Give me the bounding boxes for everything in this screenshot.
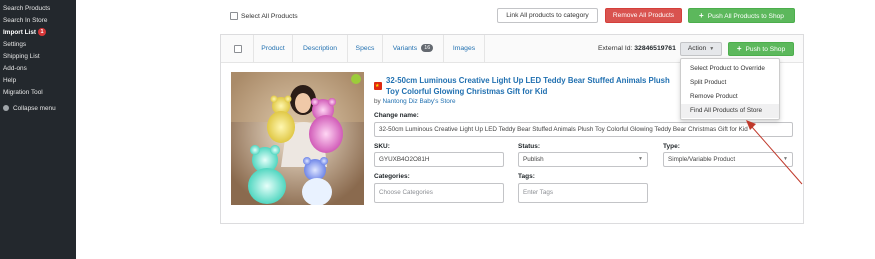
action-dropdown-menu: Select Product to Override Split Product… (680, 58, 780, 120)
push-label: Push to Shop (745, 46, 786, 53)
sidebar-item-label: Search Products (3, 5, 51, 12)
sidebar-item-label: Migration Tool (3, 89, 43, 96)
action-dropdown-button[interactable]: Action ▼ (680, 42, 722, 56)
admin-sidebar: Search Products Search In Store Import L… (0, 0, 76, 259)
collapse-menu-icon (3, 105, 9, 112)
menu-item-remove-product[interactable]: Remove Product (681, 90, 779, 104)
variants-count-badge: 16 (421, 44, 434, 53)
caret-down-icon: ▼ (709, 46, 715, 52)
plus-icon: + (699, 11, 704, 20)
tab-label: Product (261, 45, 285, 52)
sidebar-item-migration-tool[interactable]: Migration Tool (0, 87, 76, 99)
status-select[interactable]: Publish ▼ (518, 152, 648, 167)
by-label: by (374, 98, 381, 105)
tab-label: Variants (392, 45, 418, 52)
sku-input[interactable]: GYUXB4O2O81H (374, 152, 504, 167)
tab-label: Specs (355, 45, 375, 52)
store-name-link[interactable]: Nantong Diz Baby's Store (383, 98, 456, 105)
sidebar-item-label: Help (3, 77, 17, 84)
push-all-products-button[interactable]: + Push All Products to Shop (688, 8, 795, 23)
collapse-menu-button[interactable]: Collapse menu (0, 103, 76, 115)
sidebar-item-search-in-store[interactable]: Search In Store (0, 15, 76, 27)
tab-product[interactable]: Product (254, 35, 293, 63)
product-title-link[interactable]: 32-50cm Luminous Creative Light Up LED T… (386, 75, 682, 97)
action-label: Action (687, 45, 707, 52)
push-to-shop-button[interactable]: + Push to Shop (728, 42, 794, 56)
external-id-label: External Id: (598, 45, 633, 52)
push-all-label: Push All Products to Shop (707, 13, 784, 20)
select-all-products[interactable]: Select All Products (230, 12, 298, 20)
tab-variants[interactable]: Variants 16 (383, 35, 444, 63)
product-image[interactable] (231, 72, 364, 205)
sidebar-item-label: Add-ons (3, 65, 27, 72)
tab-specs[interactable]: Specs (348, 35, 383, 63)
product-name-input[interactable]: 32-50cm Luminous Creative Light Up LED T… (374, 122, 793, 137)
link-all-label: Link All products to category (506, 12, 589, 19)
categories-label: Categories: (374, 173, 410, 180)
link-all-to-category-button[interactable]: Link All products to category (497, 8, 598, 23)
change-name-label: Change name: (374, 112, 419, 119)
collapse-menu-label: Collapse menu (13, 105, 56, 112)
china-flag-icon (374, 82, 382, 90)
menu-item-split-product[interactable]: Split Product (681, 76, 779, 90)
tab-description[interactable]: Description (293, 35, 348, 63)
import-count-badge: 1 (38, 28, 47, 37)
sidebar-item-settings[interactable]: Settings (0, 39, 76, 51)
tab-label: Images (452, 45, 476, 52)
tags-input[interactable]: Enter Tags (518, 183, 648, 203)
type-select[interactable]: Simple/Variable Product ▼ (663, 152, 793, 167)
store-byline: by Nantong Diz Baby's Store (374, 98, 456, 105)
caret-down-icon: ▼ (638, 156, 643, 162)
external-id-value: 32846519761 (634, 45, 676, 52)
sidebar-item-help[interactable]: Help (0, 75, 76, 87)
tab-images[interactable]: Images (444, 35, 485, 63)
product-select-cell (221, 35, 254, 63)
categories-input[interactable]: Choose Categories (374, 183, 504, 203)
type-label: Type: (663, 143, 680, 150)
sidebar-item-label: Import List (3, 29, 37, 36)
status-value: Publish (523, 156, 544, 163)
menu-item-select-product-to-override[interactable]: Select Product to Override (681, 62, 779, 76)
sidebar-item-import-list[interactable]: Import List 1 (0, 27, 76, 39)
sidebar-item-label: Settings (3, 41, 27, 48)
sidebar-item-search-products[interactable]: Search Products (0, 3, 76, 15)
remove-all-label: Remove All Products (612, 12, 675, 19)
sidebar-item-label: Shipping List (3, 53, 40, 60)
status-label: Status: (518, 143, 541, 150)
plus-icon: + (736, 44, 742, 53)
tab-label: Description (303, 45, 337, 52)
menu-item-find-all-products-of-store[interactable]: Find All Products of Store (681, 104, 779, 118)
tags-label: Tags: (518, 173, 535, 180)
sidebar-item-add-ons[interactable]: Add-ons (0, 63, 76, 75)
caret-down-icon: ▼ (783, 156, 788, 162)
type-value: Simple/Variable Product (668, 156, 736, 163)
product-photo (231, 72, 364, 205)
checkbox-icon[interactable] (230, 12, 238, 20)
sku-label: SKU: (374, 143, 390, 150)
select-all-label: Select All Products (241, 12, 298, 20)
checkbox-icon[interactable] (234, 45, 242, 53)
remove-all-products-button[interactable]: Remove All Products (605, 8, 682, 23)
sidebar-item-label: Search In Store (3, 17, 48, 24)
sidebar-item-shipping-list[interactable]: Shipping List (0, 51, 76, 63)
external-id: External Id: 32846519761 (598, 45, 676, 52)
